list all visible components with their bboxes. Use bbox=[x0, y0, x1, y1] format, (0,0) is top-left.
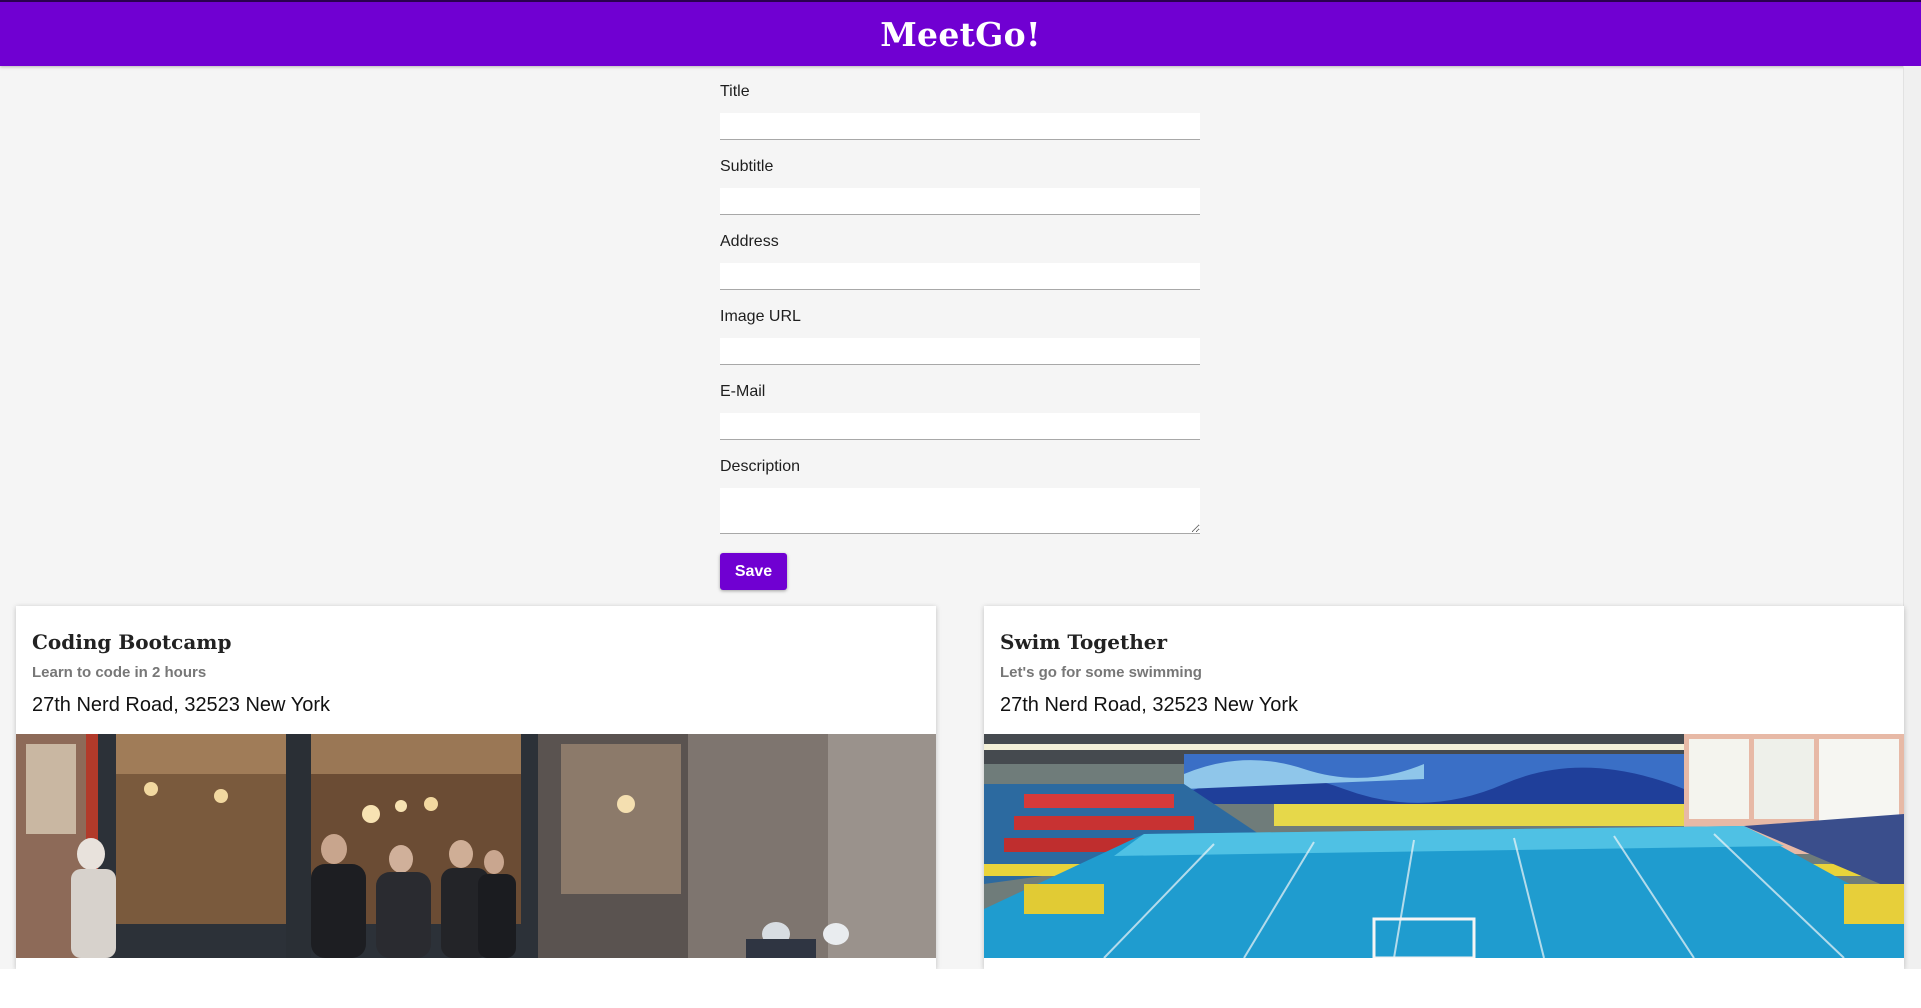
app-title: MeetGo! bbox=[880, 14, 1041, 54]
meetup-address: 27th Nerd Road, 32523 New York bbox=[1000, 694, 1298, 716]
image-url-input[interactable] bbox=[720, 338, 1200, 365]
email-input[interactable] bbox=[720, 413, 1200, 440]
top-bar: MeetGo! bbox=[0, 0, 1921, 66]
address-label: Address bbox=[720, 233, 779, 250]
address-input[interactable] bbox=[720, 263, 1200, 290]
description-textarea[interactable] bbox=[720, 488, 1200, 534]
meetup-address: 27th Nerd Road, 32523 New York bbox=[32, 694, 330, 716]
title-label: Title bbox=[720, 83, 750, 100]
title-input[interactable] bbox=[720, 113, 1200, 140]
meetup-card[interactable]: Coding Bootcamp Learn to code in 2 hours… bbox=[16, 606, 936, 969]
page-scrollbar[interactable] bbox=[1903, 66, 1921, 969]
cafe-storefront-image bbox=[16, 734, 936, 958]
save-button[interactable]: Save bbox=[720, 553, 787, 590]
meetup-subtitle: Let's go for some swimming bbox=[1000, 664, 1202, 681]
description-label: Description bbox=[720, 458, 801, 475]
page-footer-strip bbox=[0, 969, 1921, 1008]
meetup-form: Title Subtitle Address Image URL E-Mail … bbox=[720, 80, 1200, 534]
subtitle-label: Subtitle bbox=[720, 158, 774, 175]
meetup-subtitle: Learn to code in 2 hours bbox=[32, 664, 207, 681]
image-url-label: Image URL bbox=[720, 308, 801, 325]
meetup-card[interactable]: Swim Together Let's go for some swimming… bbox=[984, 606, 1904, 969]
email-label: E-Mail bbox=[720, 383, 766, 400]
meetup-title: Swim Together bbox=[1000, 630, 1168, 654]
swimming-pool-image bbox=[984, 734, 1904, 958]
meetup-title: Coding Bootcamp bbox=[32, 630, 232, 654]
subtitle-input[interactable] bbox=[720, 188, 1200, 215]
